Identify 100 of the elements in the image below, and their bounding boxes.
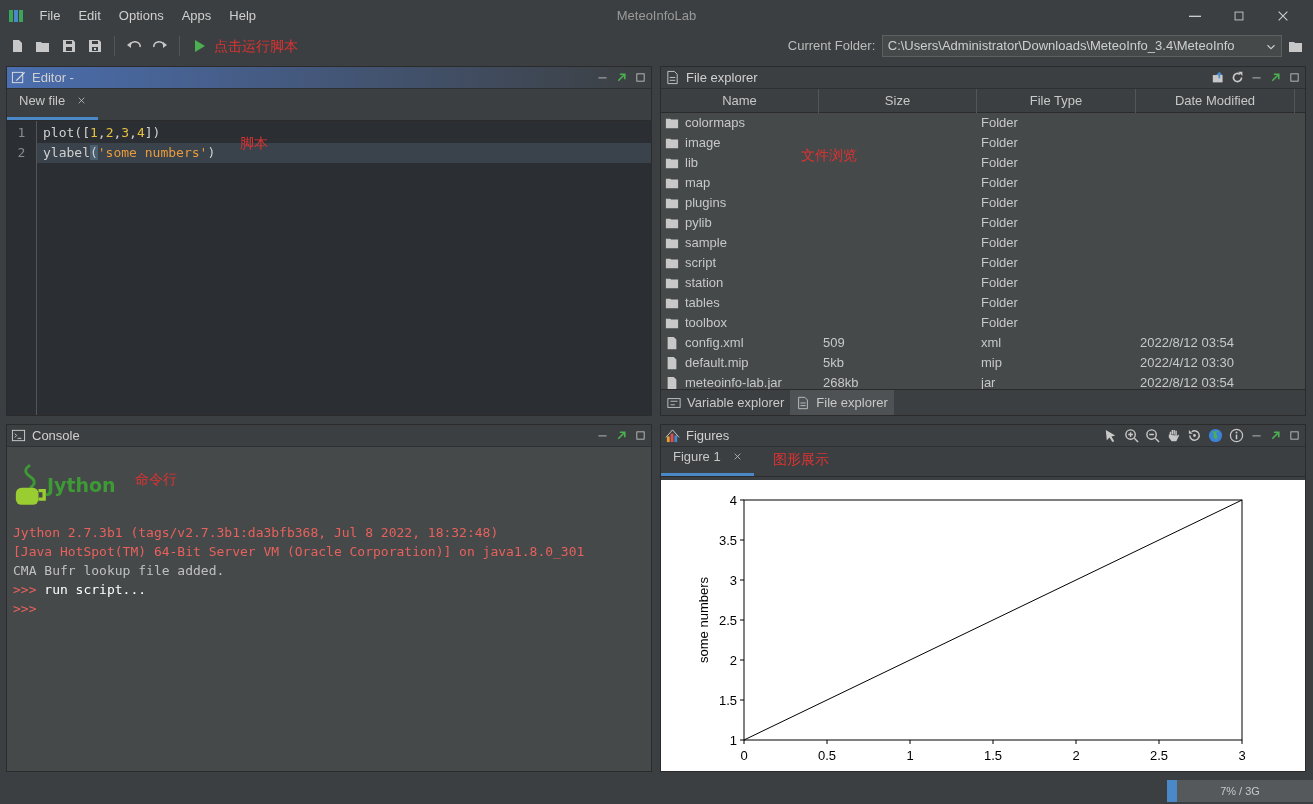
file-name[interactable]: toolbox (685, 313, 727, 333)
column-header[interactable]: Size (819, 89, 977, 113)
export-icon[interactable] (1212, 71, 1225, 84)
y-tick-label: 3 (729, 573, 737, 588)
undock-icon[interactable] (615, 71, 628, 84)
x-tick-label: 2 (1072, 748, 1080, 763)
axis-label: some numbers (696, 577, 711, 663)
logo-text: Jython (47, 473, 116, 497)
menu-item[interactable]: Options (109, 6, 173, 26)
memory-text: 7% / 3G (1220, 783, 1260, 799)
table-cell-text: Folder (981, 294, 1018, 312)
table-cell-text: Folder (981, 274, 1018, 292)
table-cell-text: Folder (981, 114, 1018, 132)
undock-icon[interactable] (1269, 71, 1282, 84)
y-tick-label: 4 (729, 493, 737, 508)
info-icon[interactable] (1229, 428, 1244, 443)
document-icon (665, 70, 680, 85)
x-tick-label: 2.5 (1149, 748, 1169, 763)
window-title: MeteoInfoLab (616, 7, 697, 26)
maximize-icon (1232, 9, 1246, 23)
folder-icon (665, 196, 679, 210)
file-name[interactable]: tables (685, 293, 720, 313)
maximize-icon[interactable] (634, 71, 647, 84)
close-icon[interactable] (77, 95, 87, 105)
file-name[interactable]: sample (685, 233, 727, 253)
refresh-icon[interactable] (1231, 71, 1244, 84)
maximize-icon[interactable] (634, 429, 647, 442)
table-cell-text: Folder (981, 254, 1018, 272)
file-name[interactable]: image (685, 133, 721, 153)
table-cell-text: 509 (823, 334, 845, 352)
zoom-in-icon[interactable] (1124, 428, 1139, 443)
undock-icon[interactable] (615, 429, 628, 442)
file-icon (665, 336, 679, 350)
close-icon[interactable] (732, 451, 742, 461)
hand-icon[interactable] (1166, 428, 1181, 443)
menu-item[interactable]: File (30, 6, 70, 26)
file-name[interactable]: station (685, 273, 724, 293)
column-header[interactable]: Date Modified (1136, 89, 1295, 113)
folder-icon (665, 256, 679, 270)
folder-icon (665, 236, 679, 250)
maximize-icon[interactable] (1288, 71, 1301, 84)
close-icon (1276, 9, 1290, 23)
y-tick-label: 2.5 (718, 613, 737, 628)
y-tick: 4 (729, 493, 745, 508)
console-line: >>> run script... (13, 581, 148, 599)
folder-icon (665, 156, 679, 170)
zoom-out-icon[interactable] (1145, 428, 1160, 443)
table-cell-text: Folder (981, 134, 1018, 152)
table-cell-text: jar (981, 374, 996, 389)
table-cell-text: 2022/4/12 03:30 (1140, 354, 1234, 372)
file-name[interactable]: lib (685, 153, 698, 173)
file-name[interactable]: map (685, 173, 711, 193)
undock-icon[interactable] (1269, 429, 1282, 442)
file-icon (665, 356, 679, 370)
rotate-icon[interactable] (1187, 428, 1202, 443)
file-name[interactable]: pylib (685, 213, 712, 233)
panel-title: Console (32, 426, 80, 445)
folder-path-field[interactable]: C:\Users\Administrator\Downloads\MeteoInfo_3.4\MeteoInfo (881, 35, 1282, 57)
pointer-icon[interactable] (1103, 428, 1118, 443)
x-tick-label: 0 (740, 748, 748, 763)
table-cell-text: 5kb (823, 354, 844, 372)
y-tick: 2 (729, 653, 745, 668)
file-name[interactable]: script (685, 253, 717, 273)
file-name[interactable]: default.mip (685, 353, 749, 373)
x-tick: 1 (906, 739, 914, 763)
console-line: Jython 2.7.3b1 (tags/v2.7.3b1:da3bfb368, Jul 8 2022, 18:32:48) (13, 524, 500, 542)
folder-icon (665, 176, 679, 190)
x-tick-label: 1 (906, 748, 914, 763)
table-cell-text: xml (981, 334, 1002, 352)
panel-tab[interactable]: Variable explorer (661, 390, 791, 415)
x-tick: 1.5 (983, 739, 1003, 763)
y-tick: 3 (729, 573, 745, 588)
terminal-icon (11, 428, 26, 443)
x-tick-label: 3 (1238, 748, 1246, 763)
folder-icon (665, 296, 679, 310)
annotation-text: 命令行 (135, 469, 178, 489)
minimize-icon (1189, 15, 1201, 17)
file-name[interactable]: plugins (685, 193, 727, 213)
column-header[interactable]: File Type (977, 89, 1136, 113)
folder-icon (665, 216, 679, 230)
menu-item[interactable]: Help (220, 6, 266, 26)
panel-title: File explorer (686, 68, 758, 87)
x-tick: 2.5 (1149, 739, 1169, 763)
file-name[interactable]: config.xml (685, 333, 744, 353)
x-tick: 2 (1072, 739, 1080, 763)
table-cell-text: Folder (981, 154, 1018, 172)
file-name[interactable]: colormaps (685, 113, 745, 133)
maximize-icon[interactable] (1288, 429, 1301, 442)
globe-icon[interactable] (1208, 428, 1223, 443)
column-header[interactable]: Name (661, 89, 819, 113)
folder-icon (665, 276, 679, 290)
panel-tab[interactable]: File explorer (790, 390, 894, 415)
folder-icon (665, 136, 679, 150)
menu-item[interactable]: Edit (69, 6, 110, 26)
edit-icon (11, 70, 26, 85)
annotation-text: 点击运行脚本 (214, 36, 298, 56)
annotation-text: 文件浏览 (801, 146, 857, 165)
menu-item[interactable]: Apps (172, 6, 221, 26)
console-line: >>> (13, 600, 38, 618)
file-name[interactable]: meteoinfo-lab.jar (685, 373, 782, 389)
